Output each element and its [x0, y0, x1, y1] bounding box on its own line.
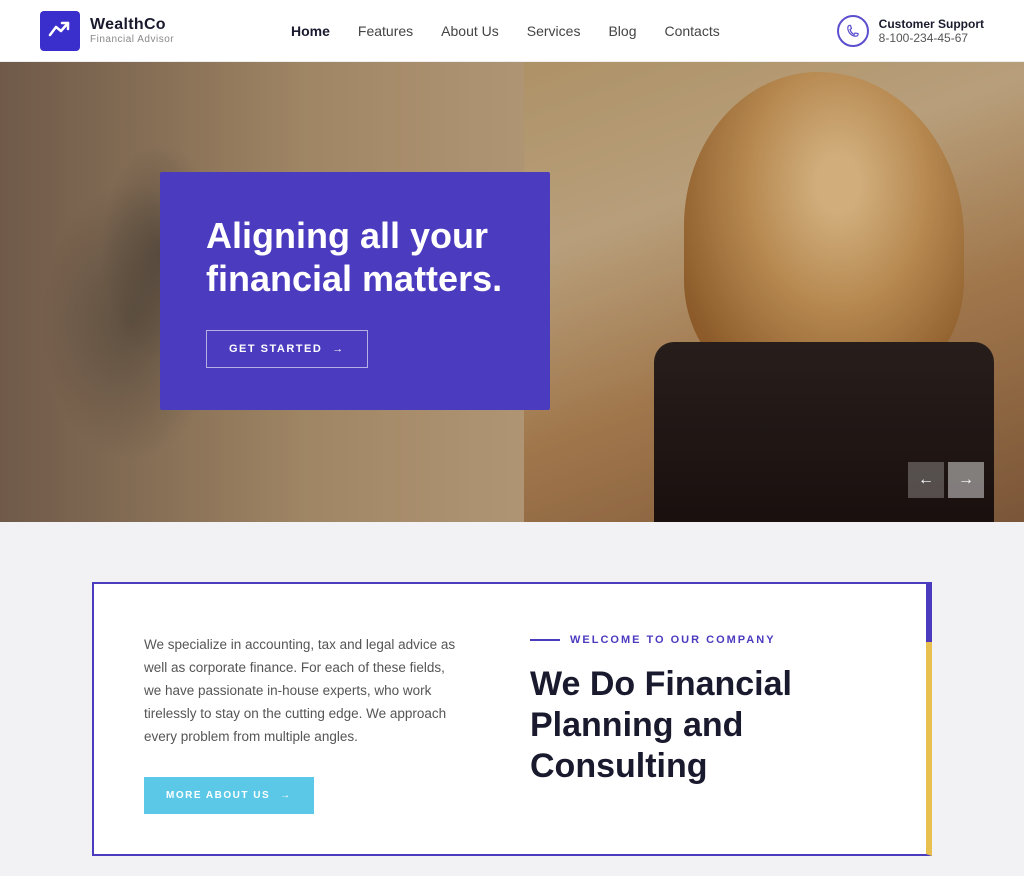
content-left: We specialize in accounting, tax and leg…: [94, 584, 510, 854]
support-area: Customer Support 8-100-234-45-67: [837, 15, 984, 47]
nav-about[interactable]: About Us: [441, 23, 499, 39]
nav-features[interactable]: Features: [358, 23, 413, 39]
support-label: Customer Support: [879, 17, 984, 31]
company-description: We specialize in accounting, tax and leg…: [144, 634, 460, 749]
content-section: We specialize in accounting, tax and leg…: [0, 522, 1024, 876]
nav: Home Features About Us Services Blog Con…: [291, 23, 720, 39]
nav-blog[interactable]: Blog: [608, 23, 636, 39]
content-card: We specialize in accounting, tax and leg…: [92, 582, 932, 856]
content-heading: We Do Financial Planning and Consulting: [530, 664, 886, 786]
support-phone: 8-100-234-45-67: [879, 31, 984, 45]
welcome-text: WELCOME TO OUR COMPANY: [570, 634, 776, 646]
nav-home[interactable]: Home: [291, 23, 330, 39]
hero-arrows: ← →: [908, 462, 984, 498]
company-name: WealthCo: [90, 16, 174, 34]
welcome-label: WELCOME TO OUR COMPANY: [530, 634, 886, 646]
prev-slide-button[interactable]: ←: [908, 462, 944, 498]
logo-area: WealthCo Financial Advisor: [40, 11, 174, 51]
hero-card: Aligning all your financial matters. GET…: [160, 172, 550, 410]
hero-heading: Aligning all your financial matters.: [206, 214, 504, 300]
nav-services[interactable]: Services: [527, 23, 581, 39]
left-arrow-icon: ←: [918, 471, 934, 489]
next-slide-button[interactable]: →: [948, 462, 984, 498]
welcome-line: [530, 639, 560, 641]
hero-section: Aligning all your financial matters. GET…: [0, 62, 1024, 522]
right-arrow-icon: →: [958, 471, 974, 489]
company-tagline: Financial Advisor: [90, 34, 174, 45]
get-started-button[interactable]: GET STARTED →: [206, 330, 368, 368]
arrow-right-icon: →: [332, 343, 345, 355]
logo-icon: [40, 11, 80, 51]
nav-contacts[interactable]: Contacts: [664, 23, 719, 39]
content-right: WELCOME TO OUR COMPANY We Do Financial P…: [510, 584, 926, 854]
phone-icon: [837, 15, 869, 47]
more-about-button[interactable]: MORE ABOUT US →: [144, 777, 314, 814]
arrow-icon: →: [280, 790, 292, 801]
header: WealthCo Financial Advisor Home Features…: [0, 0, 1024, 62]
support-text: Customer Support 8-100-234-45-67: [879, 17, 984, 45]
logo-text: WealthCo Financial Advisor: [90, 16, 174, 45]
